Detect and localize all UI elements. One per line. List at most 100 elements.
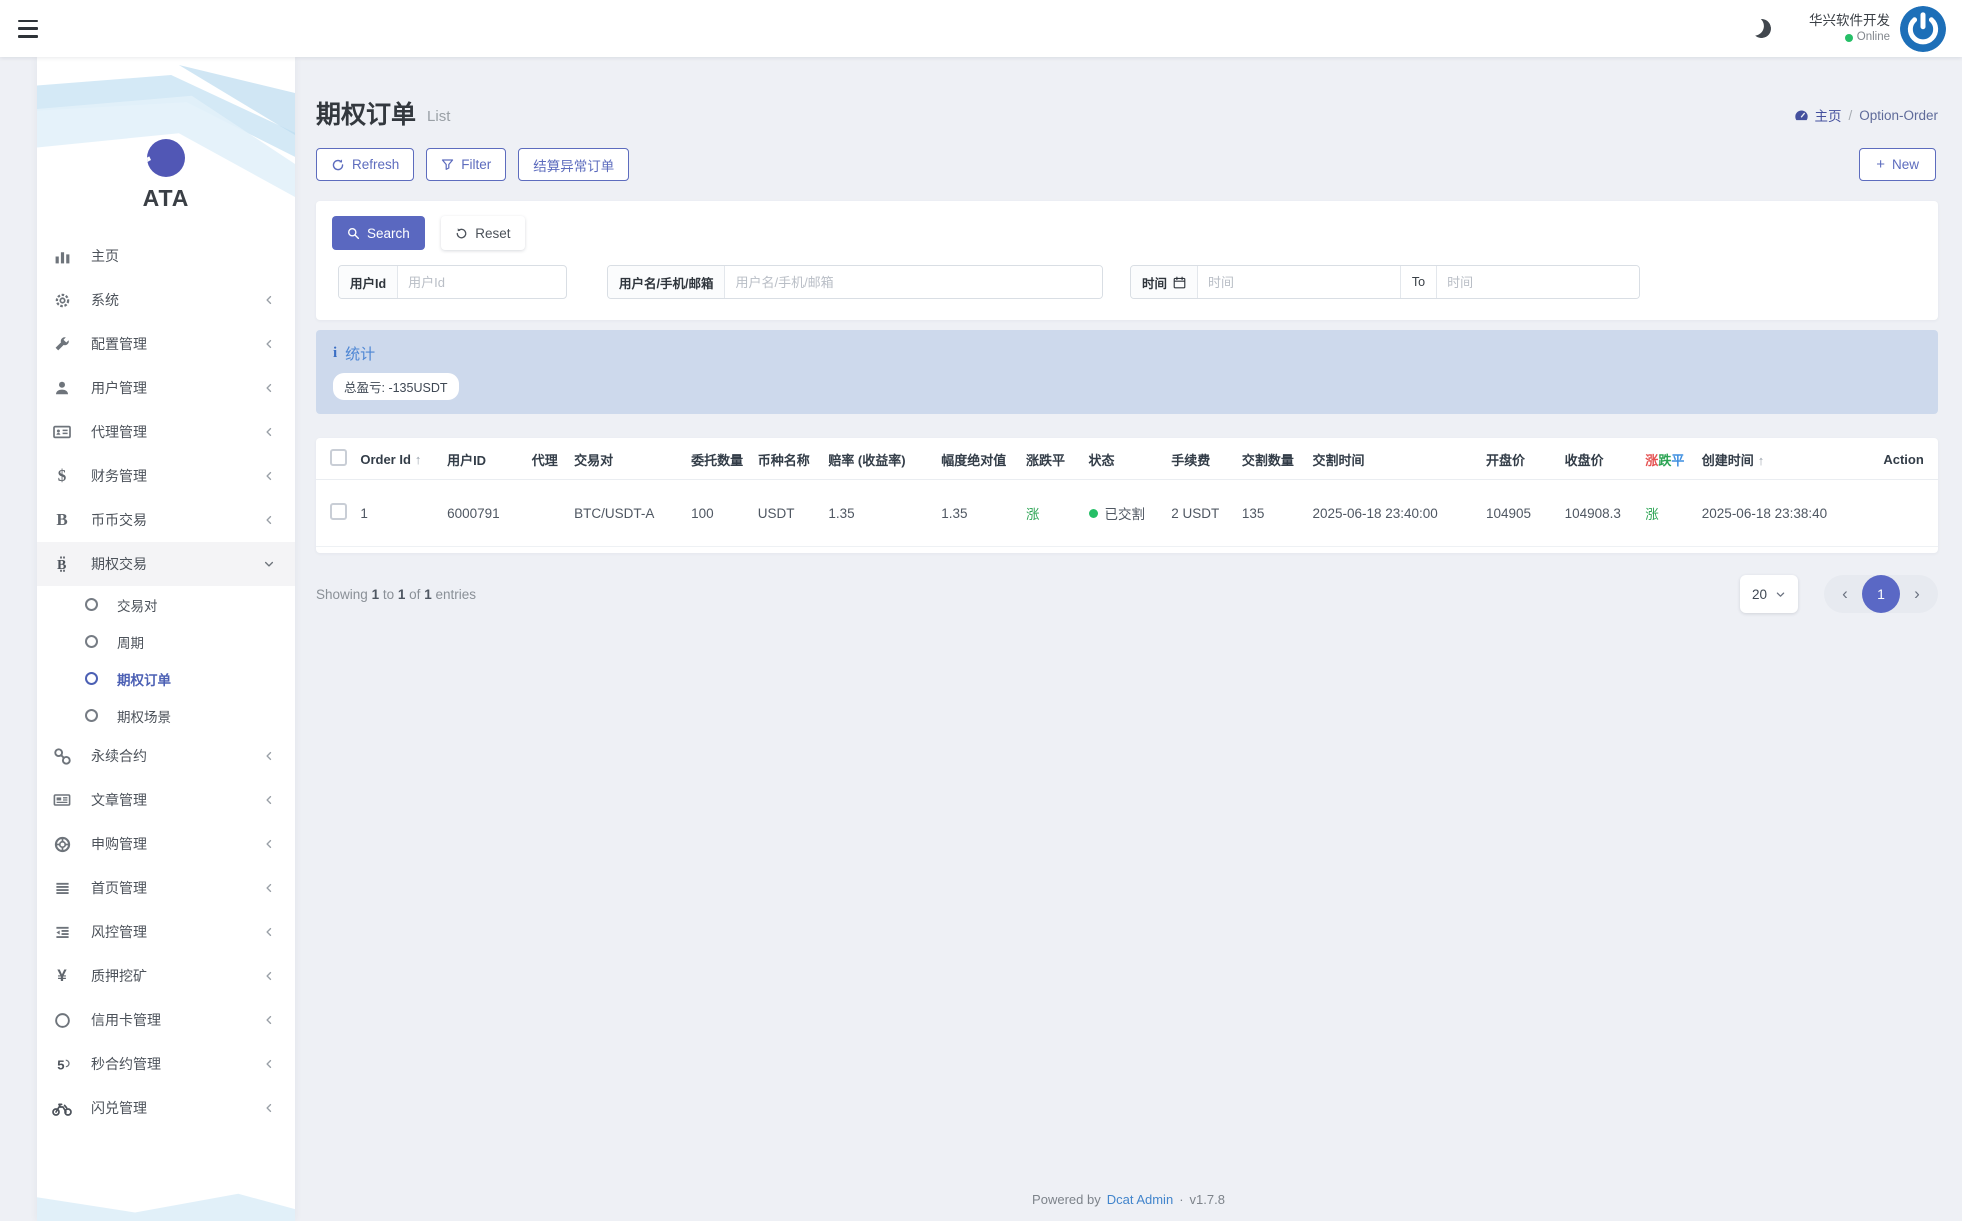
cell-order-id: 1 xyxy=(354,480,441,547)
sidebar-item-label: 文章管理 xyxy=(91,790,147,810)
cell-amplitude: 1.35 xyxy=(935,480,1020,547)
column-header: 用户ID xyxy=(441,438,526,480)
breadcrumb-separator: / xyxy=(1848,108,1852,123)
filter-user-name-label: 用户名/手机/邮箱 xyxy=(608,266,725,298)
page-footer: Powered by Dcat Admin · v1.7.8 xyxy=(295,1177,1962,1221)
sidebar-item-label: 风控管理 xyxy=(91,922,147,942)
sidebar-item[interactable]: 系统 xyxy=(37,278,295,322)
sidebar-item[interactable]: ¥质押挖矿 xyxy=(37,954,295,998)
prev-page-button[interactable]: ‹ xyxy=(1828,584,1862,604)
dark-mode-icon[interactable] xyxy=(1750,17,1774,41)
sidebar-item[interactable]: 首页管理 xyxy=(37,866,295,910)
current-page-button[interactable]: 1 xyxy=(1862,575,1900,613)
filter-user-id-label: 用户Id xyxy=(339,266,398,298)
sidebar-toggle-icon[interactable] xyxy=(15,19,41,39)
dcat-admin-link[interactable]: Dcat Admin xyxy=(1107,1192,1173,1207)
sidebar-item[interactable]: 文章管理 xyxy=(37,778,295,822)
logo[interactable]: ATA xyxy=(37,139,295,212)
filter-button[interactable]: Filter xyxy=(426,148,506,181)
cell-close-price: 104908.3 xyxy=(1559,480,1640,547)
cell-fee: 2 USDT xyxy=(1165,480,1236,547)
column-header: 手续费 xyxy=(1165,438,1236,480)
sidebar-item[interactable]: 配置管理 xyxy=(37,322,295,366)
sidebar-item[interactable]: 申购管理 xyxy=(37,822,295,866)
sidebar-item[interactable]: 主页 xyxy=(37,234,295,278)
column-header: 开盘价 xyxy=(1480,438,1559,480)
cell-agent xyxy=(526,480,568,547)
sidebar-item[interactable]: 5秒合约管理 xyxy=(37,1042,295,1086)
chevron-left-icon xyxy=(263,1058,275,1070)
time-from-input[interactable] xyxy=(1198,266,1400,298)
breadcrumb-current[interactable]: Option-Order xyxy=(1859,108,1938,123)
column-header: 代理 xyxy=(526,438,568,480)
user-name-phone-email-input[interactable] xyxy=(725,266,1102,298)
filter-panel: Search Reset 用户Id 用户名/手机/邮箱 时间 xyxy=(316,201,1938,320)
version-label: v1.7.8 xyxy=(1190,1192,1225,1207)
sidebar-item[interactable]: 用户管理 xyxy=(37,366,295,410)
column-header[interactable]: Order Id↑ xyxy=(354,438,441,480)
sidebar-subitem[interactable]: 周期 xyxy=(37,623,295,660)
sort-asc-icon[interactable]: ↑ xyxy=(415,452,422,467)
reset-button[interactable]: Reset xyxy=(441,216,524,250)
breadcrumb-home[interactable]: 主页 xyxy=(1794,105,1841,125)
dashboard-icon xyxy=(1794,108,1809,123)
orders-table-card: Order Id↑用户ID代理交易对委托数量币种名称赔率 (收益率)幅度绝对值涨… xyxy=(316,438,1938,553)
user-menu[interactable]: 华兴软件开发 Online xyxy=(1809,6,1946,52)
sidebar-item[interactable]: 永续合约 xyxy=(37,734,295,778)
calendar-icon xyxy=(1173,276,1186,289)
sidebar-item[interactable]: 信用卡管理 xyxy=(37,998,295,1042)
chevron-left-icon xyxy=(263,794,275,806)
sidebar-item-label: 系统 xyxy=(91,290,119,310)
avatar[interactable] xyxy=(1900,6,1946,52)
sidebar-item[interactable]: B币币交易 xyxy=(37,498,295,542)
cell-pair: BTC/USDT-A xyxy=(568,480,685,547)
time-to-input[interactable] xyxy=(1437,266,1639,298)
search-button[interactable]: Search xyxy=(332,216,425,250)
sort-asc-icon[interactable]: ↑ xyxy=(1758,453,1765,468)
column-header: 收盘价 xyxy=(1559,438,1640,480)
sidebar-subitem[interactable]: 交易对 xyxy=(37,586,295,623)
undo-icon xyxy=(455,227,468,240)
circle-icon xyxy=(52,1012,72,1029)
plus-icon: + xyxy=(1876,156,1885,173)
outdent-icon xyxy=(52,925,72,940)
new-button[interactable]: + New xyxy=(1859,148,1936,181)
chevron-left-icon xyxy=(263,926,275,938)
chevron-left-icon xyxy=(263,750,275,762)
column-header: 涨跌平 xyxy=(1020,438,1083,480)
sidebar-subitem[interactable]: 期权场景 xyxy=(37,697,295,734)
dollar-icon: $ xyxy=(52,466,72,486)
table-header-row: Order Id↑用户ID代理交易对委托数量币种名称赔率 (收益率)幅度绝对值涨… xyxy=(316,438,1938,480)
sidebar-subitem[interactable]: 期权订单 xyxy=(37,660,295,697)
column-header[interactable]: 创建时间↑ xyxy=(1696,438,1878,480)
select-all-checkbox[interactable] xyxy=(330,449,347,466)
circle-icon xyxy=(85,672,98,685)
five-spiral-icon: 5 xyxy=(52,1056,72,1073)
sidebar-item[interactable]: 风控管理 xyxy=(37,910,295,954)
sidebar-item[interactable]: B期权交易 xyxy=(37,542,295,586)
page-size-select[interactable]: 20 xyxy=(1740,575,1798,613)
chevron-left-icon xyxy=(263,970,275,982)
main-content: 期权订单 List 主页 / Option-Order Refresh xyxy=(295,57,1962,1221)
bitcoin-icon: B xyxy=(52,555,72,573)
filter-time-label: 时间 xyxy=(1131,266,1198,298)
total-profit-badge: 总盈亏: -135USDT xyxy=(333,373,459,400)
next-page-button[interactable]: › xyxy=(1900,584,1934,604)
sidebar-item[interactable]: 代理管理 xyxy=(37,410,295,454)
user-id-input[interactable] xyxy=(398,266,558,298)
refresh-button[interactable]: Refresh xyxy=(316,148,414,181)
page-title: 期权订单 xyxy=(316,95,416,131)
cell-created-at: 2025-06-18 23:38:40 xyxy=(1696,480,1878,547)
column-header: 幅度绝对值 xyxy=(935,438,1020,480)
cell-odds: 1.35 xyxy=(822,480,935,547)
sidebar-item[interactable]: $财务管理 xyxy=(37,454,295,498)
cell-direction: 涨 xyxy=(1020,480,1083,547)
chevron-left-icon xyxy=(263,338,275,350)
sidebar-item[interactable]: 闪兑管理 xyxy=(37,1086,295,1130)
info-icon: i xyxy=(333,345,337,362)
settle-abnormal-orders-button[interactable]: 结算异常订单 xyxy=(518,148,629,181)
logo-text: ATA xyxy=(37,185,295,212)
sidebar-subitem-label: 期权订单 xyxy=(117,669,171,689)
row-checkbox[interactable] xyxy=(330,503,347,520)
stats-alert: i 统计 总盈亏: -135USDT xyxy=(316,330,1938,414)
